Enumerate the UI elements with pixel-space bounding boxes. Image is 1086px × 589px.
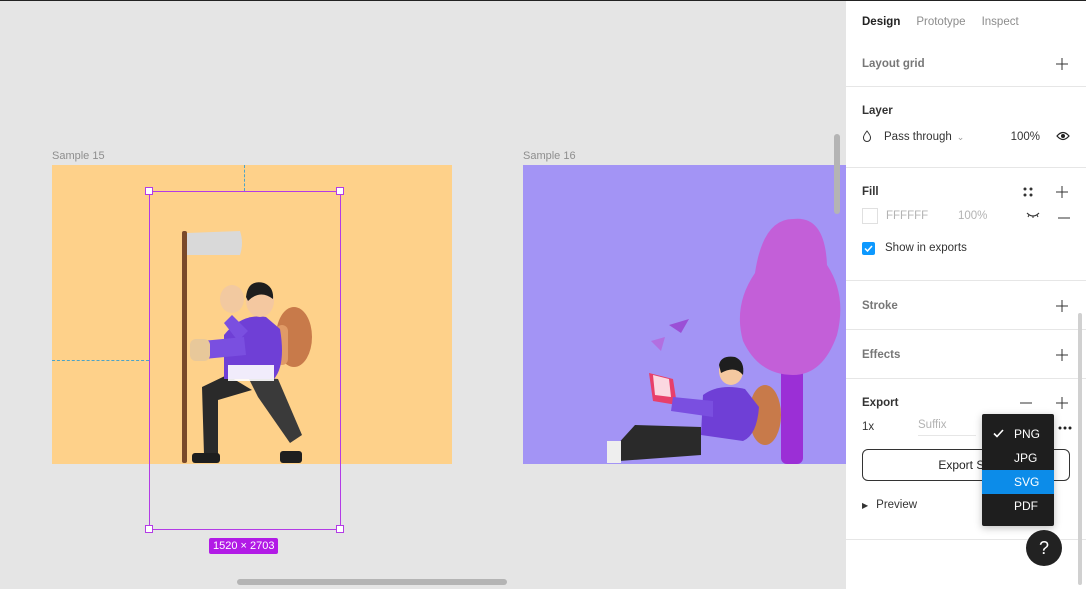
horizontal-scrollbar[interactable] (237, 579, 507, 585)
format-option-pdf[interactable]: PDF (982, 494, 1054, 518)
eye-closed-icon[interactable] (1026, 210, 1040, 222)
resize-handle-bottom-right[interactable] (336, 525, 344, 533)
export-scale-input[interactable]: 1x (862, 421, 918, 433)
show-in-exports-label: Show in exports (885, 242, 967, 254)
fill-color-swatch[interactable] (862, 208, 878, 224)
resize-handle-top-left[interactable] (145, 187, 153, 195)
selection-dimensions-badge: 1520 × 2703 (209, 538, 279, 554)
format-option-jpg[interactable]: JPG (982, 446, 1054, 470)
tab-design[interactable]: Design (862, 16, 900, 28)
resize-handle-top-right[interactable] (336, 187, 344, 195)
frame-label-sample-16[interactable]: Sample 16 (523, 150, 576, 162)
effects-title: Effects (862, 348, 901, 361)
format-option-label: SVG (1014, 475, 1040, 489)
tab-prototype[interactable]: Prototype (916, 16, 965, 28)
measure-guide-horizontal (52, 360, 149, 361)
blend-mode-select[interactable]: Pass through (884, 131, 952, 143)
panel-scrollbar[interactable] (1078, 313, 1082, 585)
layout-grid-section: Layout grid (846, 42, 1086, 87)
checkmark-icon (993, 427, 1004, 441)
triangle-right-icon: ▶ (862, 500, 869, 510)
layout-grid-title: Layout grid (862, 58, 925, 70)
remove-fill-icon[interactable] (1058, 210, 1070, 222)
frame-sample-16[interactable] (523, 165, 846, 464)
format-option-label: PDF (1014, 499, 1038, 513)
stroke-section: Stroke (846, 281, 1086, 330)
format-option-svg[interactable]: SVG (982, 470, 1054, 494)
blend-mode-icon (862, 129, 872, 145)
preview-label: Preview (876, 499, 918, 511)
export-suffix-input[interactable]: Suffix (918, 419, 976, 436)
layer-section: Layer Pass through ⌄ 100% (846, 87, 1086, 168)
remove-export-icon[interactable] (1018, 395, 1034, 411)
stroke-title: Stroke (862, 299, 898, 312)
chevron-down-icon[interactable]: ⌄ (957, 132, 965, 143)
add-fill-icon[interactable] (1054, 184, 1070, 200)
frame-label-sample-15[interactable]: Sample 15 (52, 150, 105, 162)
vertical-scrollbar[interactable] (834, 134, 840, 214)
add-stroke-icon[interactable] (1054, 298, 1070, 314)
fill-section: Fill FFFFFF 100% Show in exports (846, 168, 1086, 281)
tab-inspect[interactable]: Inspect (982, 16, 1019, 28)
selection-box[interactable] (149, 191, 341, 530)
style-grid-icon[interactable] (1020, 184, 1036, 200)
effects-section: Effects (846, 330, 1086, 379)
fill-opacity-input[interactable]: 100% (958, 210, 987, 222)
export-format-dropdown: PNG JPG SVG PDF (982, 414, 1054, 526)
fill-title: Fill (862, 186, 879, 198)
format-option-png[interactable]: PNG (982, 422, 1054, 446)
reader-illustration (607, 218, 841, 464)
measure-guide-vertical (244, 165, 245, 191)
panel-tabs: Design Prototype Inspect (846, 1, 1086, 42)
layer-opacity-input[interactable]: 100% (1011, 131, 1040, 143)
add-effect-icon[interactable] (1054, 347, 1070, 363)
add-export-icon[interactable] (1054, 395, 1070, 411)
fill-hex-input[interactable]: FFFFFF (886, 210, 958, 222)
export-title: Export (862, 397, 899, 409)
eye-icon[interactable] (1056, 131, 1070, 144)
add-layout-grid-icon[interactable] (1054, 56, 1070, 72)
format-option-label: PNG (1014, 427, 1041, 441)
resize-handle-bottom-left[interactable] (145, 525, 153, 533)
layer-title: Layer (862, 105, 893, 117)
help-button[interactable]: ? (1026, 530, 1062, 566)
format-option-label: JPG (1014, 451, 1038, 465)
more-options-icon[interactable] (1058, 421, 1072, 433)
canvas[interactable]: Sample 15 Sample 16 1520 × 2703 (0, 0, 846, 589)
show-in-exports-checkbox[interactable] (862, 241, 875, 255)
